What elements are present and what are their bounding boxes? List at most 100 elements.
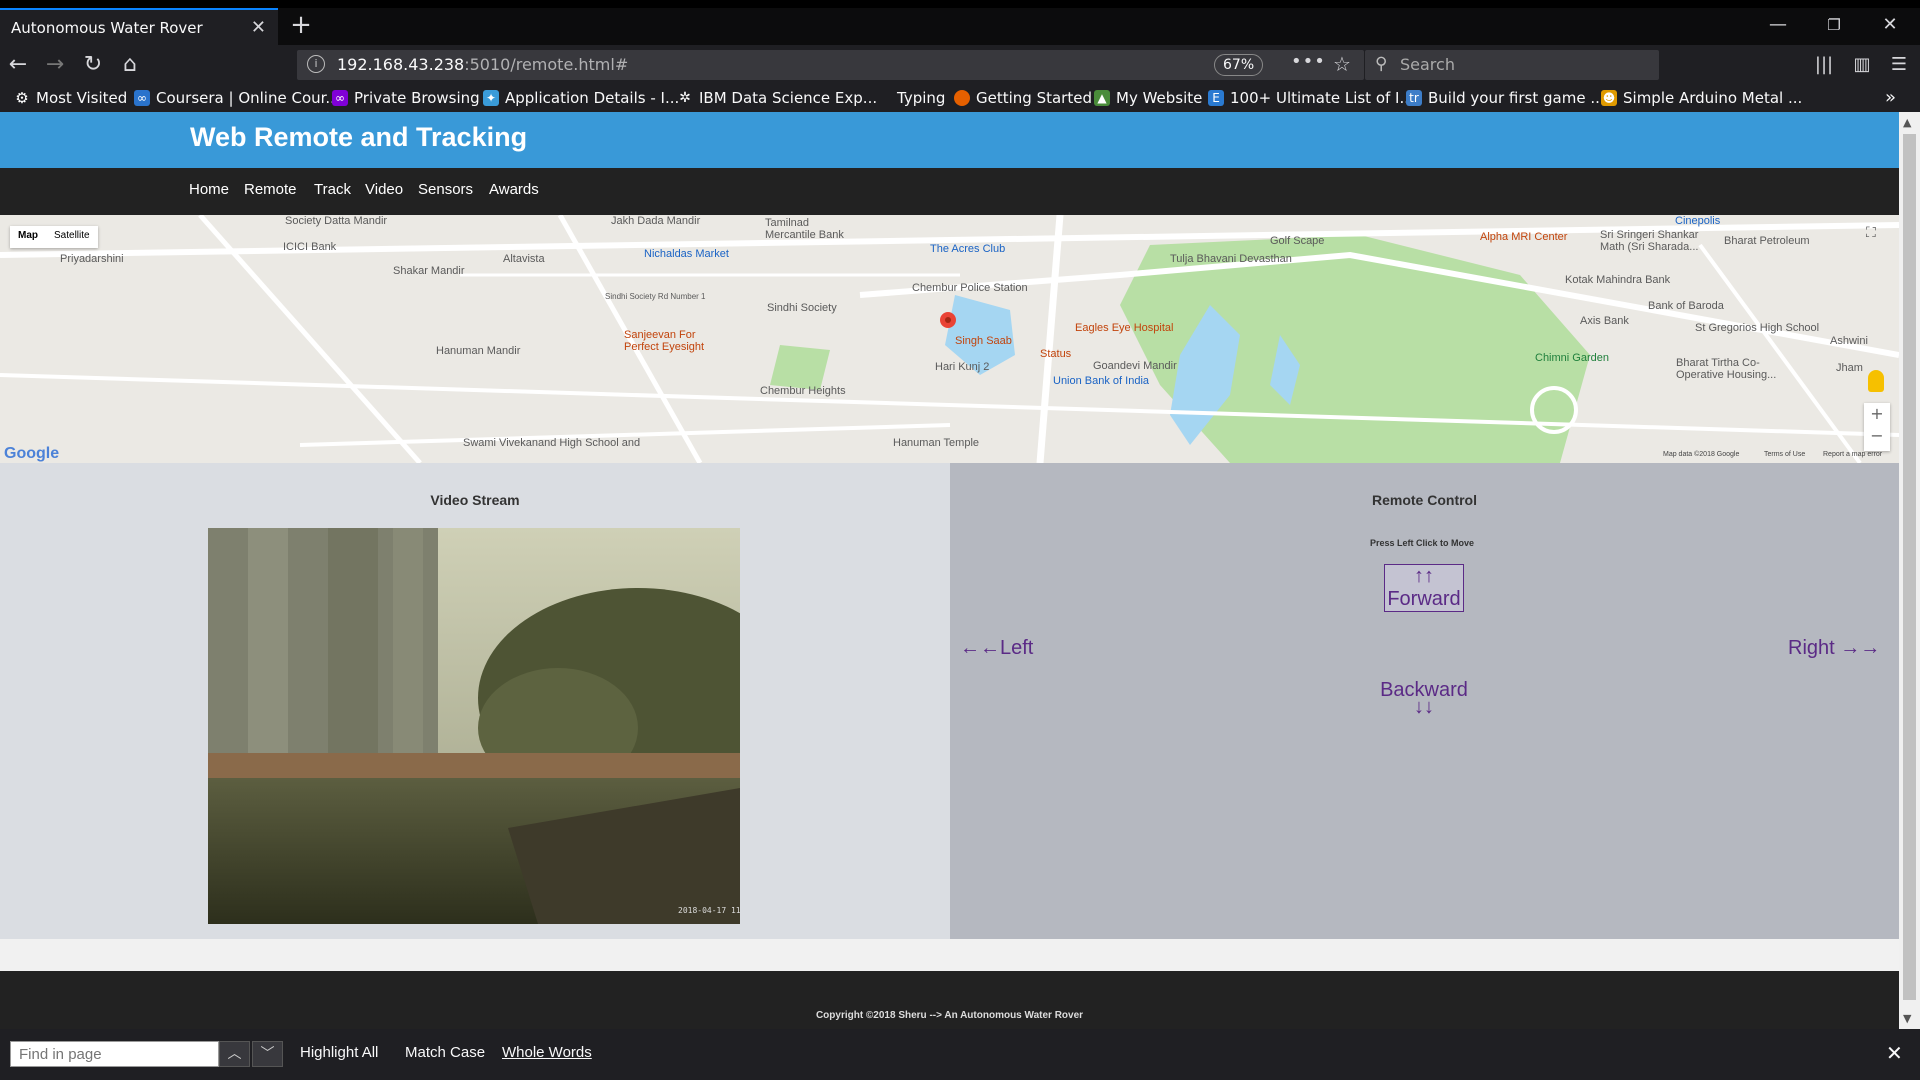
scrollbar-thumb[interactable] <box>1903 134 1916 1000</box>
mask-icon: ∞ <box>332 90 348 106</box>
sidebar-icon[interactable]: ▥ <box>1848 51 1876 79</box>
site-header: Web Remote and Tracking <box>0 112 1899 168</box>
site-info-icon[interactable]: i <box>307 55 325 73</box>
map-label: The Acres Club <box>930 243 1006 255</box>
tab-bar: Autonomous Water Rover ✕ + — ❐ ✕ <box>0 8 1920 45</box>
forward-icon[interactable]: → <box>41 51 69 79</box>
minimize-icon[interactable]: — <box>1758 10 1798 40</box>
bookmarks-overflow-icon[interactable]: » <box>1885 87 1896 108</box>
nav-home[interactable]: Home <box>189 181 229 198</box>
bookmark-star-icon[interactable]: ☆ <box>1333 52 1351 76</box>
map-report-link[interactable]: Report a map error <box>1823 451 1882 458</box>
close-find-icon[interactable]: ✕ <box>1886 1041 1903 1065</box>
scroll-down-icon[interactable]: ▼ <box>1903 1012 1911 1025</box>
search-icon: ⚲ <box>1375 54 1388 74</box>
bookmark-label: My Website <box>1116 89 1203 107</box>
bookmark-private-browsing[interactable]: ∞ Private Browsing <box>332 89 480 107</box>
whole-words-button[interactable]: Whole Words <box>502 1044 592 1061</box>
map-label: Tamilnad Mercantile Bank <box>765 217 844 241</box>
remote-title: Remote Control <box>1372 492 1477 508</box>
nav-awards[interactable]: Awards <box>489 181 539 198</box>
bookmark-ibm[interactable]: ✲ IBM Data Science Exp... <box>677 89 877 107</box>
nav-remote[interactable]: Remote <box>244 181 297 198</box>
map-label: Hanuman Temple <box>893 437 980 449</box>
map-label: Axis Bank <box>1580 315 1629 327</box>
close-window-icon[interactable]: ✕ <box>1870 10 1910 40</box>
right-button[interactable]: Right →→ <box>1788 637 1880 660</box>
google-logo: Google <box>4 445 60 462</box>
bookmark-my-website[interactable]: ▲ My Website <box>1094 89 1202 107</box>
map-type-satellite[interactable]: Satellite <box>46 226 98 248</box>
game-icon: tr <box>1406 90 1422 106</box>
map-label: Ashwini <box>1830 335 1868 347</box>
tab-title: Autonomous Water Rover <box>11 18 203 37</box>
highlight-all-button[interactable]: Highlight All <box>300 1044 378 1061</box>
map-label: St Gregorios High School <box>1695 322 1820 334</box>
map-type-map[interactable]: Map <box>10 226 46 248</box>
backward-button[interactable]: Backward ↓↓ <box>1374 679 1474 719</box>
map-label: Sanjeevan For Perfect Eyesight <box>624 329 705 353</box>
bookmark-label: Getting Started <box>976 89 1092 107</box>
nav-sensors[interactable]: Sensors <box>418 181 473 198</box>
search-bar[interactable]: ⚲ Search <box>1365 50 1659 80</box>
tab-active[interactable]: Autonomous Water Rover ✕ <box>0 8 278 45</box>
nav-toolbar: ← → ↻ ⌂ i 192.168.43.238:5010/remote.htm… <box>0 45 1920 85</box>
close-tab-icon[interactable]: ✕ <box>251 17 266 38</box>
fullscreen-icon[interactable]: ⛶ <box>1866 225 1876 241</box>
bookmark-build-game[interactable]: tr Build your first game ... <box>1406 89 1605 107</box>
bookmark-typing[interactable]: Typing <box>897 89 945 107</box>
bookmark-label: 100+ Ultimate List of I... <box>1230 89 1414 107</box>
video-timestamp: 2018-04-17 11:22:15:03 <box>678 906 740 915</box>
arduino-icon: ☻ <box>1601 90 1617 106</box>
bookmark-getting-started[interactable]: Getting Started <box>954 89 1092 107</box>
street-view-icon[interactable] <box>1868 370 1884 392</box>
page-scrollbar[interactable]: ▲ ▼ <box>1899 112 1920 1029</box>
reload-icon[interactable]: ↻ <box>79 51 107 79</box>
map-label: Singh Saab <box>955 335 1012 347</box>
bookmark-label: Coursera | Online Cour... <box>156 89 340 107</box>
bookmark-ultimate-list[interactable]: E 100+ Ultimate List of I... <box>1208 89 1414 107</box>
map-label: Golf Scape <box>1270 235 1325 247</box>
find-previous-icon[interactable]: ︿ <box>219 1041 250 1067</box>
url-bar[interactable]: i 192.168.43.238:5010/remote.html# 67% •… <box>297 50 1364 80</box>
back-icon[interactable]: ← <box>4 51 32 79</box>
nav-video[interactable]: Video <box>365 181 403 198</box>
app-icon: ✦ <box>483 90 499 106</box>
scroll-up-icon[interactable]: ▲ <box>1903 116 1911 129</box>
zoom-indicator[interactable]: 67% <box>1214 54 1264 76</box>
restore-icon[interactable]: ❐ <box>1814 10 1854 40</box>
map-label: Union Bank of India <box>1053 375 1150 387</box>
find-input[interactable] <box>11 1042 218 1066</box>
nav-track[interactable]: Track <box>314 181 351 198</box>
url-path: :5010/remote.html# <box>464 55 629 74</box>
left-label: Left <box>1000 637 1034 659</box>
menu-icon[interactable]: ☰ <box>1885 51 1913 79</box>
home-icon[interactable]: ⌂ <box>116 51 144 79</box>
library-icon[interactable]: ||| <box>1810 51 1838 79</box>
bookmark-arduino[interactable]: ☻ Simple Arduino Metal ... <box>1601 89 1802 107</box>
new-tab-icon[interactable]: + <box>286 10 316 40</box>
zoom-out-icon[interactable]: − <box>1864 425 1890 447</box>
web-page: Web Remote and Tracking Home Remote Trac… <box>0 112 1899 1029</box>
bookmark-coursera[interactable]: ∞ Coursera | Online Cour... <box>134 89 340 107</box>
url-text[interactable]: 192.168.43.238:5010/remote.html# <box>337 55 628 74</box>
gear-icon: ⚙ <box>15 89 29 107</box>
google-map[interactable]: Map Satellite ⛶ + − Society Datta Mandir… <box>0 215 1899 463</box>
bookmark-label: IBM Data Science Exp... <box>699 89 878 107</box>
bookmark-application-details[interactable]: ✦ Application Details - I... <box>483 89 679 107</box>
remote-help-text: Press Left Click to Move <box>1369 538 1475 548</box>
map-label: Jakh Dada Mandir <box>611 215 701 227</box>
bookmark-most-visited[interactable]: ⚙ Most Visited <box>14 89 127 107</box>
zoom-in-icon[interactable]: + <box>1864 403 1890 425</box>
forward-label: Forward <box>1387 588 1461 610</box>
map-label: Priyadarshini <box>60 253 124 265</box>
coursera-icon: ∞ <box>134 90 150 106</box>
left-button[interactable]: ←←Left <box>960 637 1033 660</box>
find-next-icon[interactable]: ﹀ <box>252 1041 283 1067</box>
forward-button[interactable]: ↑↑ Forward <box>1384 564 1464 612</box>
match-case-button[interactable]: Match Case <box>405 1044 485 1061</box>
map-terms-link[interactable]: Terms of Use <box>1764 451 1805 458</box>
page-actions-icon[interactable]: ••• <box>1291 51 1326 72</box>
map-label: Tulja Bhavani Devasthan <box>1170 253 1292 265</box>
video-frame: 2018-04-17 11:22:15:03 <box>208 528 740 924</box>
